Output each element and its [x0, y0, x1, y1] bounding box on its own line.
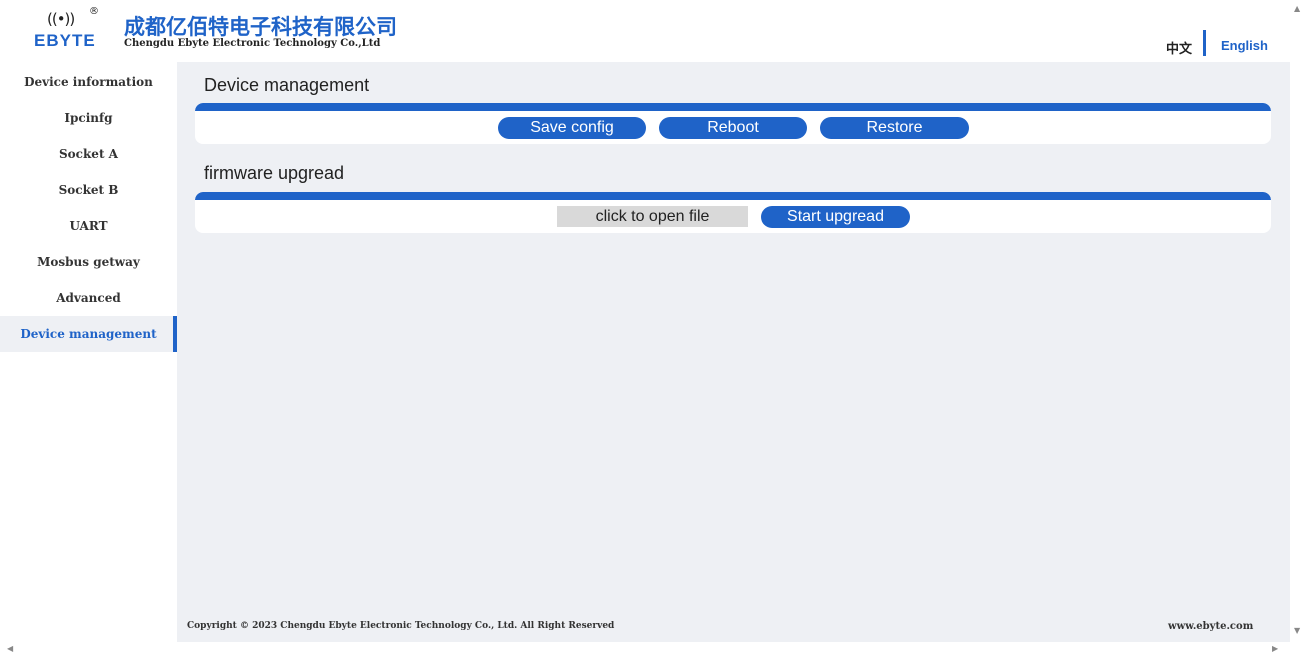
restore-button[interactable]: Restore: [820, 117, 969, 139]
sidebar-item-ipcinfg[interactable]: Ipcinfg: [0, 100, 177, 136]
triangle-right-icon[interactable]: ▶: [1272, 644, 1278, 653]
device-management-panel: Save config Reboot Restore: [195, 103, 1271, 144]
main-content: Device management Save config Reboot Res…: [177, 62, 1290, 642]
sidebar-item-modbus-gateway[interactable]: Mosbus getway: [0, 244, 177, 280]
company-name-english: Chengdu Ebyte Electronic Technology Co.,…: [124, 38, 381, 49]
firmware-upgrade-title: firmware upgread: [204, 163, 345, 183]
triangle-left-icon[interactable]: ◀: [7, 644, 13, 653]
logo-text: EBYTE: [34, 31, 96, 50]
footer-website: www.ebyte.com: [1168, 621, 1254, 632]
panel-header-bar: [195, 103, 1271, 111]
registered-mark: ®: [89, 6, 99, 17]
panel-header-bar: [195, 192, 1271, 200]
language-chinese-link[interactable]: 中文: [1166, 38, 1192, 57]
sidebar: Device information Ipcinfg Socket A Sock…: [0, 62, 177, 642]
horizontal-scrollbar[interactable]: ◀ ▶: [0, 642, 1305, 655]
footer-copyright: Copyright © 2023 Chengdu Ebyte Electroni…: [187, 621, 615, 631]
start-upgrade-button[interactable]: Start upgread: [761, 206, 910, 228]
firmware-upgrade-panel: click to open file Start upgread: [195, 192, 1271, 233]
save-config-button[interactable]: Save config: [498, 117, 646, 139]
sidebar-item-device-management[interactable]: Device management: [0, 316, 177, 352]
wireless-waves-icon: ((•)): [47, 10, 75, 28]
company-name-chinese: 成都亿佰特电子科技有限公司: [124, 15, 397, 39]
header: ((•)) ® EBYTE 成都亿佰特电子科技有限公司 Chengdu Ebyt…: [0, 0, 1290, 62]
language-english-link[interactable]: English: [1221, 38, 1268, 53]
reboot-button[interactable]: Reboot: [659, 117, 807, 139]
vertical-scrollbar[interactable]: ▲ ▼: [1290, 0, 1305, 642]
sidebar-item-advanced[interactable]: Advanced: [0, 280, 177, 316]
triangle-up-icon[interactable]: ▲: [1294, 4, 1300, 13]
device-management-title: Device management: [204, 75, 370, 95]
triangle-down-icon[interactable]: ▼: [1294, 626, 1300, 635]
language-divider: [1203, 30, 1206, 56]
sidebar-item-socket-b[interactable]: Socket B: [0, 172, 177, 208]
open-file-button[interactable]: click to open file: [557, 206, 748, 227]
ebyte-logo: ((•)) ® EBYTE: [30, 6, 110, 52]
sidebar-item-socket-a[interactable]: Socket A: [0, 136, 177, 172]
sidebar-item-device-information[interactable]: Device information: [0, 64, 177, 100]
sidebar-item-uart[interactable]: UART: [0, 208, 177, 244]
